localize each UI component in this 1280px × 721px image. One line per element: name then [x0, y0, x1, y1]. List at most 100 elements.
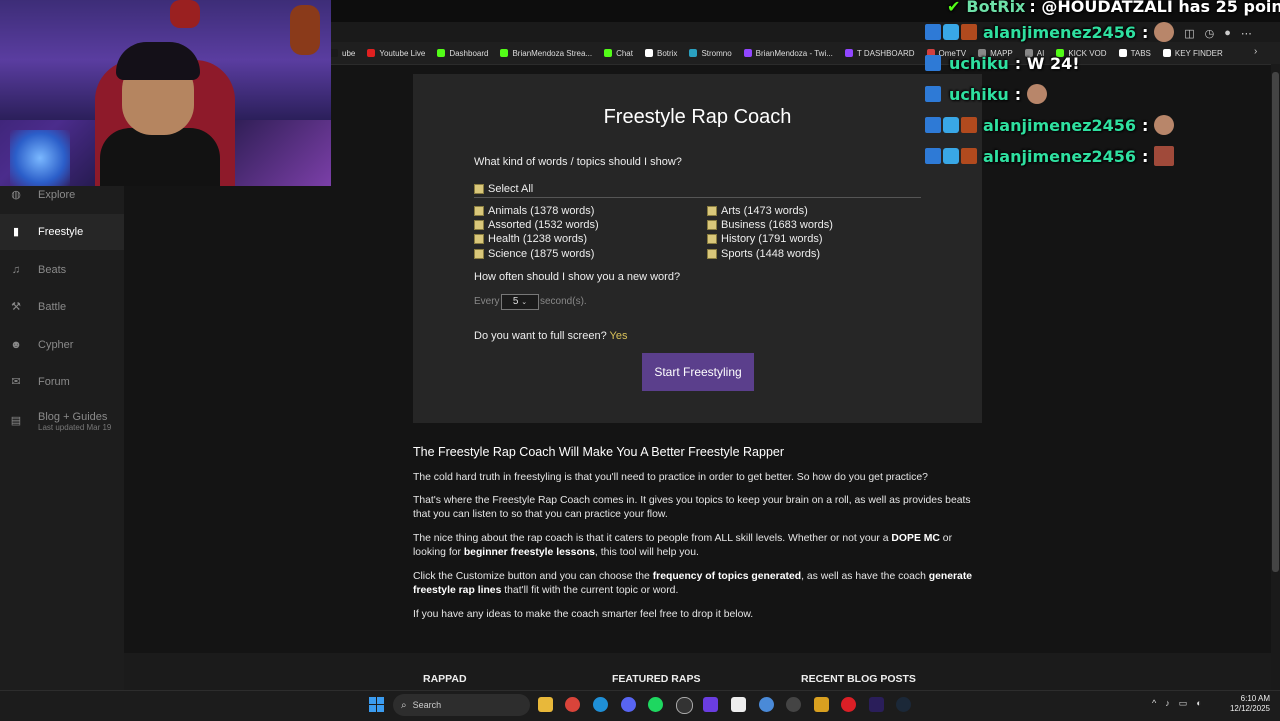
bookmark-item[interactable]: Stromno [689, 49, 732, 58]
webcam-guitar [170, 0, 200, 28]
moderator-badge-icon [925, 24, 941, 40]
chat-message: alanjimenez2456 : [925, 113, 1175, 137]
sidebar-item-beats[interactable]: ♫ Beats [0, 252, 124, 288]
bookmark-favicon-icon [844, 49, 853, 57]
chat-username: uchiku [949, 53, 1009, 73]
4k-downloader-icon[interactable] [786, 697, 801, 712]
taskbar-clock[interactable]: 6:10 AM 12/12/2025 [1220, 694, 1270, 714]
sidebar-item-forum[interactable]: ✉ Forum [0, 364, 124, 400]
edge-icon[interactable] [593, 697, 608, 712]
clock-time: 6:10 AM [1240, 694, 1270, 703]
clock-date: 12/12/2025 [1229, 704, 1270, 713]
start-freestyling-button[interactable]: Start Freestyling [642, 353, 754, 391]
topic-checkbox[interactable] [474, 248, 484, 259]
text-bold: DOPE MC [891, 533, 940, 544]
bookmark-item[interactable]: Youtube Live [367, 49, 425, 58]
check-badge-icon: ✔ [947, 0, 961, 16]
bookmark-item[interactable]: BrianMendoza Strea... [500, 49, 592, 58]
globe-icon: ◍ [11, 189, 21, 201]
sidebar-item-label: Freestyle [38, 226, 84, 238]
creative-cloud-icon[interactable] [841, 697, 856, 712]
topics-question: What kind of words / topics should I sho… [474, 156, 682, 168]
text-run: , as well as have the coach [801, 571, 929, 582]
bookmark-item[interactable]: Dashboard [437, 49, 488, 58]
search-icon: ⌕ [401, 699, 407, 711]
topic-option[interactable]: History (1791 words) [707, 232, 833, 246]
bookmark-label: Dashboard [449, 48, 489, 58]
wrench-icon: ⚒ [11, 301, 21, 313]
users-icon: ☻ [10, 339, 22, 351]
seconds-select[interactable]: 5 ⌄ [501, 294, 539, 310]
sidebar-item-battle[interactable]: ⚒ Battle [0, 289, 124, 325]
seconds-value: 5 [512, 296, 519, 307]
bookmark-item[interactable]: BrianMendoza - Twi... [743, 49, 833, 58]
folder-icon[interactable] [814, 697, 829, 712]
topic-option[interactable]: Arts (1473 words) [707, 204, 833, 218]
sidebar-item-text: Blog + Guides Last updated Mar 19 [38, 411, 111, 432]
topic-checkbox[interactable] [474, 220, 484, 231]
chat-message: alanjimenez2456 : [925, 144, 1175, 168]
sidebar-item-label: Cypher [38, 339, 74, 351]
sidebar-item-freestyle[interactable]: ▮ Freestyle [0, 214, 124, 250]
topics-right-column: Arts (1473 words) Business (1683 words) … [707, 204, 833, 261]
topic-checkbox[interactable] [474, 206, 484, 216]
app-icon[interactable] [759, 697, 774, 712]
select-all-option[interactable]: Select All [474, 180, 533, 198]
obs-icon[interactable] [676, 697, 693, 714]
moderator-badge-icon [925, 148, 941, 164]
sidebar-item-label: Forum [38, 376, 70, 388]
sidebar-item-cypher[interactable]: ☻ Cypher [0, 327, 124, 363]
topic-option[interactable]: Science (1875 words) [474, 247, 599, 261]
bookmark-item[interactable]: ube [330, 49, 355, 58]
footer-heading-blog: RECENT BLOG POSTS [801, 673, 916, 685]
chrome-icon[interactable] [565, 697, 580, 712]
chat-username: alanjimenez2456 [983, 115, 1137, 135]
topic-option[interactable]: Sports (1448 words) [707, 247, 833, 261]
taskbar-search[interactable]: ⌕ Search [393, 694, 530, 716]
subscriber-badge-icon [961, 117, 977, 133]
capture-icon[interactable] [731, 697, 746, 712]
select-all-label: Select All [488, 182, 534, 195]
fullscreen-yes-link[interactable]: Yes [610, 330, 628, 342]
audition-icon[interactable] [869, 697, 884, 712]
windows-start-icon[interactable] [369, 697, 384, 712]
topic-label: Arts (1473 words) [721, 205, 808, 217]
topic-option[interactable]: Health (1238 words) [474, 232, 599, 246]
seconds-label: second(s). [540, 296, 587, 307]
topic-checkbox[interactable] [474, 234, 484, 245]
bookmark-label: T DASHBOARD [856, 48, 915, 58]
spotify-icon[interactable] [648, 697, 663, 712]
steam-icon[interactable] [896, 697, 911, 712]
bookmark-favicon-icon [743, 49, 752, 57]
topic-option[interactable]: Business (1683 words) [707, 218, 833, 232]
system-tray-icons[interactable]: ^♪▭◐ [1152, 698, 1211, 709]
sidebar-item-blog[interactable]: ▤ Blog + Guides Last updated Mar 19 [0, 403, 124, 439]
topic-checkbox[interactable] [707, 220, 717, 231]
select-all-checkbox[interactable] [474, 183, 484, 194]
app-grid-icon[interactable] [703, 697, 718, 712]
topic-checkbox[interactable] [707, 248, 717, 259]
bookmark-item[interactable]: T DASHBOARD [844, 48, 915, 58]
topic-checkbox[interactable] [707, 234, 717, 245]
bookmark-item[interactable]: Botrix [644, 49, 677, 58]
topic-option[interactable]: Animals (1378 words) [474, 204, 599, 218]
topic-checkbox[interactable] [707, 206, 717, 216]
chevron-down-icon: ⌄ [521, 299, 528, 306]
chat-username: alanjimenez2456 [983, 146, 1137, 166]
text-run: The nice thing about the rap coach is th… [413, 533, 892, 544]
book-icon: ▤ [10, 415, 22, 427]
webcam-overlay [0, 0, 331, 186]
bookmark-item[interactable]: Chat [604, 49, 633, 58]
file-explorer-icon[interactable] [538, 697, 553, 712]
text-bold: frequency of topics generated [652, 571, 802, 582]
topic-option[interactable]: Assorted (1532 words) [474, 218, 599, 232]
bookmark-label: Chat [616, 48, 633, 58]
topics-divider [474, 197, 921, 198]
discord-icon[interactable] [621, 697, 636, 712]
text-run: , this tool will help you. [594, 547, 699, 558]
sidebar: ◍ Explore ▮ Freestyle ♫ Beats ⚒ Battle ☻… [0, 186, 124, 690]
topic-label: History (1791 words) [721, 233, 823, 246]
every-label: Every [474, 296, 500, 307]
text-run: Click the Customize button and you can c… [413, 571, 653, 582]
chat-message: alanjimenez2456 : [925, 20, 1175, 44]
